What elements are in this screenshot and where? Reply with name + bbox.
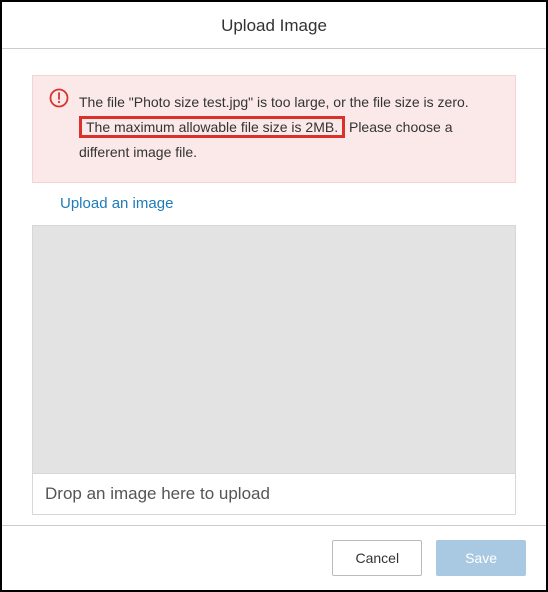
- error-highlight: The maximum allowable file size is 2MB.: [79, 116, 345, 138]
- upload-image-modal: Upload Image The file "Photo size test.j…: [0, 0, 548, 592]
- modal-footer: Cancel Save: [2, 525, 546, 590]
- modal-title: Upload Image: [221, 16, 327, 35]
- modal-body: The file "Photo size test.jpg" is too la…: [2, 49, 546, 525]
- error-line-1: The file "Photo size test.jpg" is too la…: [79, 90, 499, 115]
- modal-header: Upload Image: [2, 2, 546, 49]
- upload-image-link[interactable]: Upload an image: [60, 195, 173, 212]
- error-line-2: The maximum allowable file size is 2MB. …: [79, 115, 499, 165]
- save-button[interactable]: Save: [436, 540, 526, 576]
- error-icon: [49, 88, 69, 166]
- dropzone-area[interactable]: [33, 226, 515, 474]
- error-message-box: The file "Photo size test.jpg" is too la…: [32, 75, 516, 183]
- cancel-button[interactable]: Cancel: [332, 540, 422, 576]
- dropzone-label: Drop an image here to upload: [33, 474, 515, 514]
- error-text: The file "Photo size test.jpg" is too la…: [79, 90, 499, 166]
- upload-link-container: Upload an image: [32, 195, 516, 213]
- dropzone[interactable]: Drop an image here to upload: [32, 225, 516, 515]
